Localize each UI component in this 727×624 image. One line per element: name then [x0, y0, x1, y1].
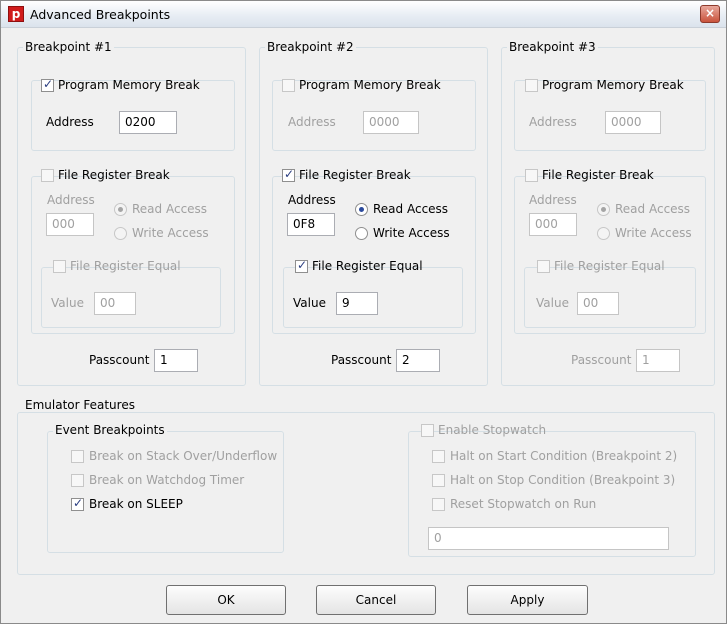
break-watchdog-checkbox[interactable]	[71, 474, 84, 487]
app-icon: p	[8, 6, 24, 22]
bp2-pm-address-input[interactable]: 0000	[363, 111, 419, 134]
bp1-fr-address-input[interactable]: 000	[46, 213, 94, 236]
bp3-program-memory-label: Program Memory Break	[542, 78, 684, 92]
bp2-read-access-label: Read Access	[373, 202, 449, 216]
close-button[interactable]: ×	[700, 5, 720, 23]
bp1-file-register-equal-checkbox[interactable]	[53, 260, 66, 273]
bp1-value-label: Value	[51, 296, 84, 310]
halt-start-label: Halt on Start Condition (Breakpoint 2)	[450, 449, 678, 463]
bp1-file-register-label: File Register Break	[58, 168, 170, 182]
bp1-write-access-radio[interactable]	[114, 227, 127, 240]
break-watchdog-label: Break on Watchdog Timer	[89, 473, 245, 487]
halt-start-checkbox[interactable]	[432, 450, 445, 463]
bp2-file-register-label: File Register Break	[299, 168, 411, 182]
bp3-pm-address-label: Address	[529, 115, 577, 129]
bp2-fr-address-label: Address	[288, 193, 336, 207]
bp1-file-register-equal-label: File Register Equal	[70, 259, 181, 273]
bp3-passcount-input[interactable]: 1	[636, 349, 680, 372]
bp3-file-register-label: File Register Break	[542, 168, 654, 182]
bp1-read-access-label: Read Access	[132, 202, 208, 216]
breakpoint-2-title: Breakpoint #2	[265, 40, 356, 54]
bp3-file-register-equal-checkbox[interactable]	[537, 260, 550, 273]
bp2-write-access-label: Write Access	[373, 226, 450, 240]
apply-button[interactable]: Apply	[467, 585, 588, 615]
halt-stop-label: Halt on Stop Condition (Breakpoint 3)	[450, 473, 676, 487]
bp2-pm-address-label: Address	[288, 115, 336, 129]
cancel-button[interactable]: Cancel	[316, 585, 436, 615]
bp1-pm-address-input[interactable]: 0200	[119, 111, 177, 134]
bp3-file-register-checkbox[interactable]	[525, 169, 538, 182]
bp1-fr-address-label: Address	[47, 193, 95, 207]
bp1-write-access-label: Write Access	[132, 226, 209, 240]
bp2-value-label: Value	[293, 296, 326, 310]
bp1-passcount-label: Passcount	[89, 353, 150, 367]
title-bar: p Advanced Breakpoints ×	[1, 1, 726, 28]
bp3-write-access-label: Write Access	[615, 226, 692, 240]
bp1-passcount-input[interactable]: 1	[154, 349, 198, 372]
break-stack-overflow-label: Break on Stack Over/Underflow	[89, 449, 278, 463]
stopwatch-value-input[interactable]: 0	[428, 527, 669, 550]
bp1-pm-address-label: Address	[46, 115, 94, 129]
bp2-program-memory-checkbox[interactable]	[282, 79, 295, 92]
breakpoint-3-title: Breakpoint #3	[507, 40, 598, 54]
bp1-value-input[interactable]: 00	[94, 292, 136, 315]
bp3-read-access-radio[interactable]	[597, 203, 610, 216]
enable-stopwatch-label: Enable Stopwatch	[438, 423, 547, 437]
bp3-read-access-label: Read Access	[615, 202, 691, 216]
event-breakpoints-title: Event Breakpoints	[53, 423, 167, 437]
advanced-breakpoints-dialog: p Advanced Breakpoints × Breakpoint #1 P…	[0, 0, 727, 624]
emulator-features-title: Emulator Features	[23, 398, 137, 412]
bp3-file-register-equal-label: File Register Equal	[554, 259, 665, 273]
halt-stop-checkbox[interactable]	[432, 474, 445, 487]
enable-stopwatch-checkbox[interactable]	[421, 424, 434, 437]
bp3-pm-address-input[interactable]: 0000	[605, 111, 661, 134]
break-sleep-checkbox[interactable]	[71, 496, 84, 511]
window-title: Advanced Breakpoints	[30, 7, 171, 22]
bp3-program-memory-checkbox[interactable]	[525, 79, 538, 92]
bp1-program-memory-checkbox[interactable]	[41, 77, 54, 92]
bp3-fr-address-label: Address	[529, 193, 577, 207]
breakpoint-1-title: Breakpoint #1	[23, 40, 114, 54]
bp2-value-input[interactable]: 9	[336, 292, 378, 315]
bp2-passcount-label: Passcount	[331, 353, 392, 367]
bp2-passcount-input[interactable]: 2	[396, 349, 440, 372]
bp3-fr-address-input[interactable]: 000	[529, 213, 577, 236]
bp2-fr-address-input[interactable]: 0F8	[287, 213, 335, 236]
bp3-value-label: Value	[536, 296, 569, 310]
ok-button[interactable]: OK	[166, 585, 286, 615]
bp2-file-register-equal-checkbox[interactable]	[295, 258, 308, 273]
bp2-program-memory-label: Program Memory Break	[299, 78, 441, 92]
bp2-file-register-checkbox[interactable]	[282, 167, 295, 182]
break-stack-overflow-checkbox[interactable]	[71, 450, 84, 463]
bp3-write-access-radio[interactable]	[597, 227, 610, 240]
bp2-read-access-radio[interactable]	[355, 203, 368, 216]
bp1-program-memory-label: Program Memory Break	[58, 78, 200, 92]
bp2-write-access-radio[interactable]	[355, 227, 368, 240]
reset-stopwatch-label: Reset Stopwatch on Run	[450, 497, 597, 511]
bp1-read-access-radio[interactable]	[114, 203, 127, 216]
bp3-passcount-label: Passcount	[571, 353, 632, 367]
break-sleep-label: Break on SLEEP	[89, 497, 183, 511]
bp3-value-input[interactable]: 00	[577, 292, 619, 315]
reset-stopwatch-checkbox[interactable]	[432, 498, 445, 511]
bp2-file-register-equal-label: File Register Equal	[312, 259, 423, 273]
bp1-file-register-checkbox[interactable]	[41, 169, 54, 182]
